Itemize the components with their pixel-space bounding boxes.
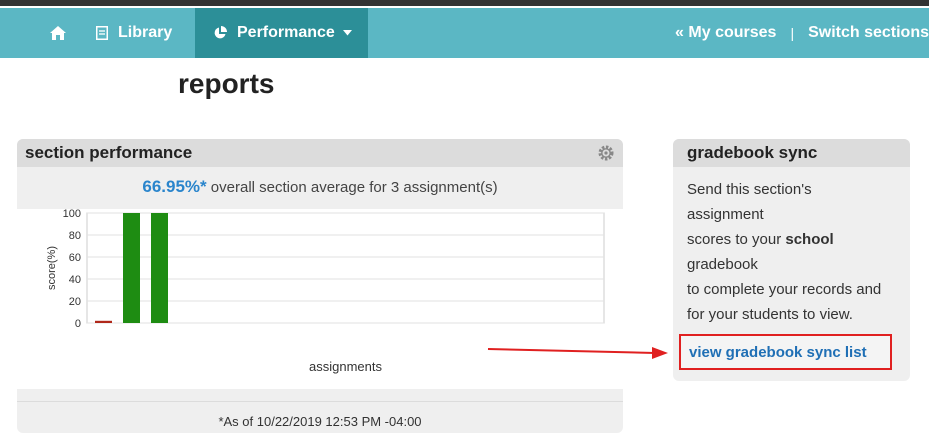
annotation-arrow: [487, 347, 668, 359]
